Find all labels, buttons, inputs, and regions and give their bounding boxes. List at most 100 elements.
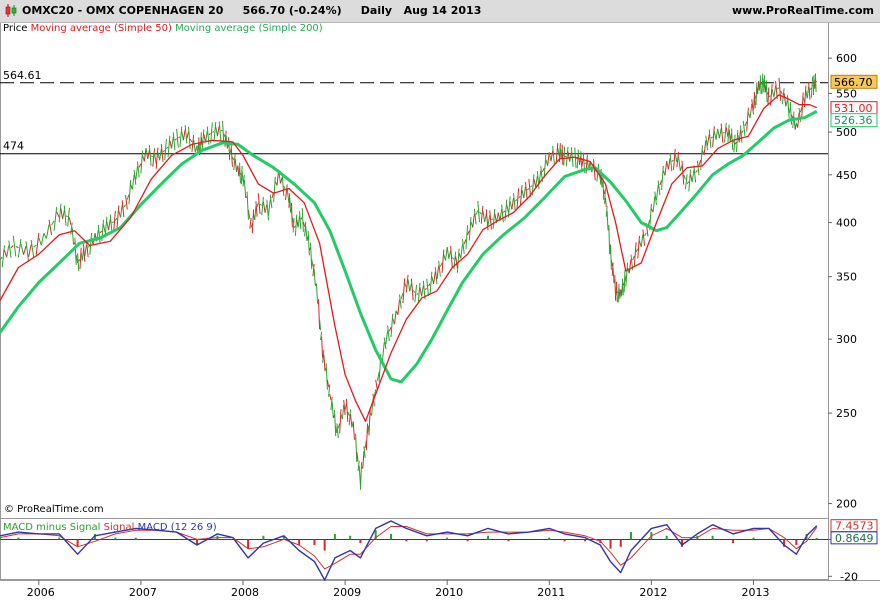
- y-tick-label: 600: [836, 52, 857, 65]
- price-segment: [637, 235, 640, 259]
- price-segment: [633, 242, 637, 266]
- price-segment: [261, 196, 264, 216]
- y-tick-label: 550: [836, 87, 857, 100]
- price-segment: [62, 210, 65, 220]
- price-segment: [608, 224, 611, 255]
- price-segment: [407, 279, 411, 292]
- price-segment: [468, 216, 472, 241]
- price-segment: [487, 215, 491, 226]
- price-segment: [355, 433, 358, 463]
- x-tick-label: 2006: [27, 586, 55, 599]
- horizontal-level-label: 564.61: [3, 69, 42, 82]
- price-segment: [693, 165, 697, 183]
- price-segment: [40, 233, 45, 246]
- price-segment: [623, 269, 626, 293]
- price-segment: [438, 260, 441, 277]
- price-segment: [421, 285, 424, 297]
- price-segment: [230, 143, 233, 167]
- price-segment: [746, 107, 749, 132]
- price-segment: [390, 313, 394, 338]
- last-price: 566.70 (-0.24%): [242, 4, 342, 17]
- price-segment: [97, 224, 101, 243]
- legend-ma200: Moving average (Simple 200): [175, 23, 323, 34]
- price-segment: [642, 229, 646, 246]
- price-segment: [550, 150, 554, 162]
- price-segment: [516, 188, 520, 210]
- price-segment: [761, 73, 764, 94]
- price-segment: [501, 204, 504, 223]
- price-segment: [791, 114, 794, 119]
- macd-last-value-label: 0.8649: [835, 532, 874, 545]
- price-segment: [266, 199, 270, 221]
- price-segment: [402, 278, 406, 304]
- price-segment: [254, 206, 257, 220]
- price-segment: [683, 174, 686, 180]
- price-segment: [119, 205, 123, 218]
- price-segment: [684, 174, 688, 190]
- price-segment: [640, 234, 644, 248]
- price-segment: [362, 450, 365, 469]
- price-segment: [617, 283, 620, 303]
- price-segment: [48, 219, 53, 236]
- price-segment: [400, 293, 404, 299]
- price-segment: [53, 207, 58, 231]
- price-segment: [698, 159, 702, 166]
- price-segment: [83, 244, 86, 262]
- price-segment: [222, 120, 225, 144]
- price-segment: [343, 399, 346, 415]
- price-segment: [114, 217, 118, 221]
- chart-header: OMXC20 - OMX COPENHAGEN 20 566.70 (-0.24…: [0, 0, 880, 23]
- price-segment: [176, 128, 179, 148]
- price-segment: [279, 177, 283, 184]
- price-segment: [294, 214, 298, 236]
- price-segment: [610, 244, 612, 270]
- site-link[interactable]: www.ProRealTime.com: [732, 4, 874, 17]
- price-segment: [289, 197, 292, 213]
- price-segment: [679, 165, 683, 171]
- price-segment: [725, 127, 729, 138]
- price-segment: [524, 181, 528, 200]
- price-segment: [489, 210, 492, 230]
- price-segment: [77, 253, 80, 272]
- price-segment: [255, 201, 258, 217]
- price-segment: [233, 153, 236, 171]
- price-segment: [382, 342, 385, 361]
- price-segment: [246, 191, 249, 220]
- price-segment: [504, 199, 508, 221]
- price-segment: [216, 126, 220, 137]
- price-segment: [691, 169, 695, 183]
- price-segment: [661, 165, 664, 191]
- price-segment: [297, 215, 300, 228]
- price-segment: [652, 196, 656, 213]
- price-segment: [268, 199, 271, 216]
- price-segment: [213, 121, 217, 142]
- price-segment: [814, 73, 817, 92]
- price-segment: [293, 225, 296, 228]
- price-segment: [735, 130, 739, 152]
- price-segment: [10, 245, 14, 249]
- price-segment: [815, 80, 818, 83]
- price-segment: [136, 161, 140, 178]
- price-segment: [113, 210, 116, 232]
- price-segment: [710, 136, 713, 139]
- price-segment: [310, 242, 313, 270]
- price-segment: [712, 126, 715, 147]
- price-segment: [409, 283, 412, 292]
- price-segment: [345, 398, 349, 422]
- price-segment: [344, 403, 347, 411]
- price-segment: [806, 86, 810, 99]
- price-panel-frame: [0, 22, 829, 519]
- price-segment: [664, 160, 668, 176]
- price-segment: [705, 135, 709, 151]
- price-segment: [385, 330, 389, 345]
- chart-date: Aug 14 2013: [403, 4, 482, 17]
- price-segment: [404, 282, 407, 288]
- price-segment: [20, 243, 24, 255]
- price-segment: [461, 239, 465, 254]
- price-segment: [808, 81, 811, 100]
- chart-window: 200 250 300 350 400 450 500 550 600 -20 2006 2007 20…: [0, 0, 880, 600]
- price-segment: [133, 169, 137, 185]
- price-segment: [450, 245, 453, 268]
- legend-macd-line: MACD (12 26 9): [137, 522, 217, 533]
- price-segment: [352, 421, 355, 440]
